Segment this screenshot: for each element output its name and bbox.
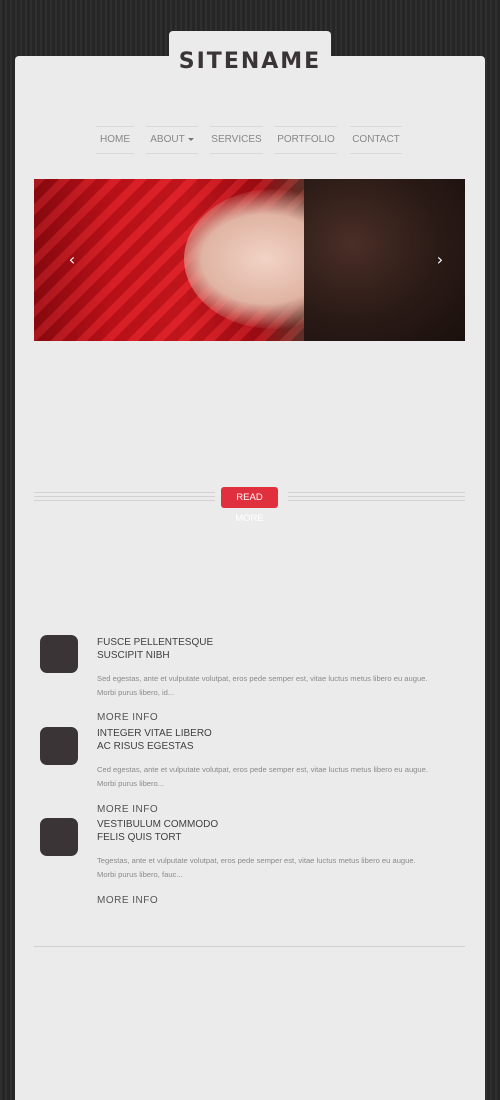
feature-text-line: Morbi purus libero, id... bbox=[97, 688, 175, 697]
feature-title-line: SUSCIPIT NIBH bbox=[97, 650, 170, 661]
feature-title: FUSCE PELLENTESQUE SUSCIPIT NIBH bbox=[97, 636, 297, 662]
feature-text-line: Ced egestas, ante et vulputate volutpat,… bbox=[97, 765, 428, 774]
feature-text: Sed egestas, ante et vulputate volutpat,… bbox=[97, 672, 467, 700]
nav-item-home[interactable]: HOME bbox=[96, 126, 134, 154]
more-info-link[interactable]: MORE INFO bbox=[97, 712, 158, 723]
feature-title-line: VESTIBULUM COMMODO bbox=[97, 819, 219, 830]
feature-title-line: INTEGER VITAE LIBERO bbox=[97, 728, 212, 739]
feature-text-line: Morbi purus libero... bbox=[97, 779, 165, 788]
nav-label: ABOUT bbox=[150, 134, 185, 145]
feature-title-line: FELIS QUIS TORT bbox=[97, 832, 182, 843]
more-info-link[interactable]: MORE INFO bbox=[97, 895, 158, 906]
feature-icon bbox=[40, 635, 78, 673]
feature-title: VESTIBULUM COMMODO FELIS QUIS TORT bbox=[97, 818, 297, 844]
feature-text: Tegestas, ante et vulputate volutpat, er… bbox=[97, 854, 467, 882]
chevron-left-icon[interactable]: ‹ bbox=[64, 251, 80, 269]
footer-divider bbox=[34, 946, 465, 947]
more-info-link[interactable]: MORE INFO bbox=[97, 804, 158, 815]
feature-title-line: AC RISUS EGESTAS bbox=[97, 741, 194, 752]
feature-text: Ced egestas, ante et vulputate volutpat,… bbox=[97, 763, 467, 791]
main-nav: HOME ABOUT SERVICES PORTFOLIO CONTACT bbox=[0, 126, 500, 154]
feature-title-line: FUSCE PELLENTESQUE bbox=[97, 637, 214, 648]
nav-item-contact[interactable]: CONTACT bbox=[350, 126, 402, 154]
logo-tab: SITENAME bbox=[169, 31, 331, 89]
feature-title: INTEGER VITAE LIBERO AC RISUS EGESTAS bbox=[97, 727, 297, 753]
caret-down-icon bbox=[187, 137, 194, 141]
nav-item-services[interactable]: SERVICES bbox=[210, 126, 263, 154]
read-more-button[interactable]: READ MORE bbox=[221, 487, 278, 524]
feature-text-line: Tegestas, ante et vulputate volutpat, er… bbox=[97, 856, 416, 865]
nav-label: SERVICES bbox=[211, 134, 262, 145]
nav-label: HOME bbox=[100, 134, 130, 145]
nav-item-about[interactable]: ABOUT bbox=[146, 126, 198, 154]
nav-label: PORTFOLIO bbox=[277, 134, 335, 145]
nav-item-portfolio[interactable]: PORTFOLIO bbox=[275, 126, 337, 154]
feature-icon bbox=[40, 818, 78, 856]
site-logo[interactable]: SITENAME bbox=[169, 49, 331, 74]
chevron-right-icon[interactable]: › bbox=[432, 251, 448, 269]
divider-right bbox=[288, 492, 465, 502]
feature-icon bbox=[40, 727, 78, 765]
nav-label: CONTACT bbox=[352, 134, 400, 145]
divider-left bbox=[34, 492, 215, 502]
feature-text-line: Sed egestas, ante et vulputate volutpat,… bbox=[97, 674, 428, 683]
image-slider: ‹ › bbox=[34, 179, 465, 341]
feature-text-line: Morbi purus libero, fauc... bbox=[97, 870, 183, 879]
